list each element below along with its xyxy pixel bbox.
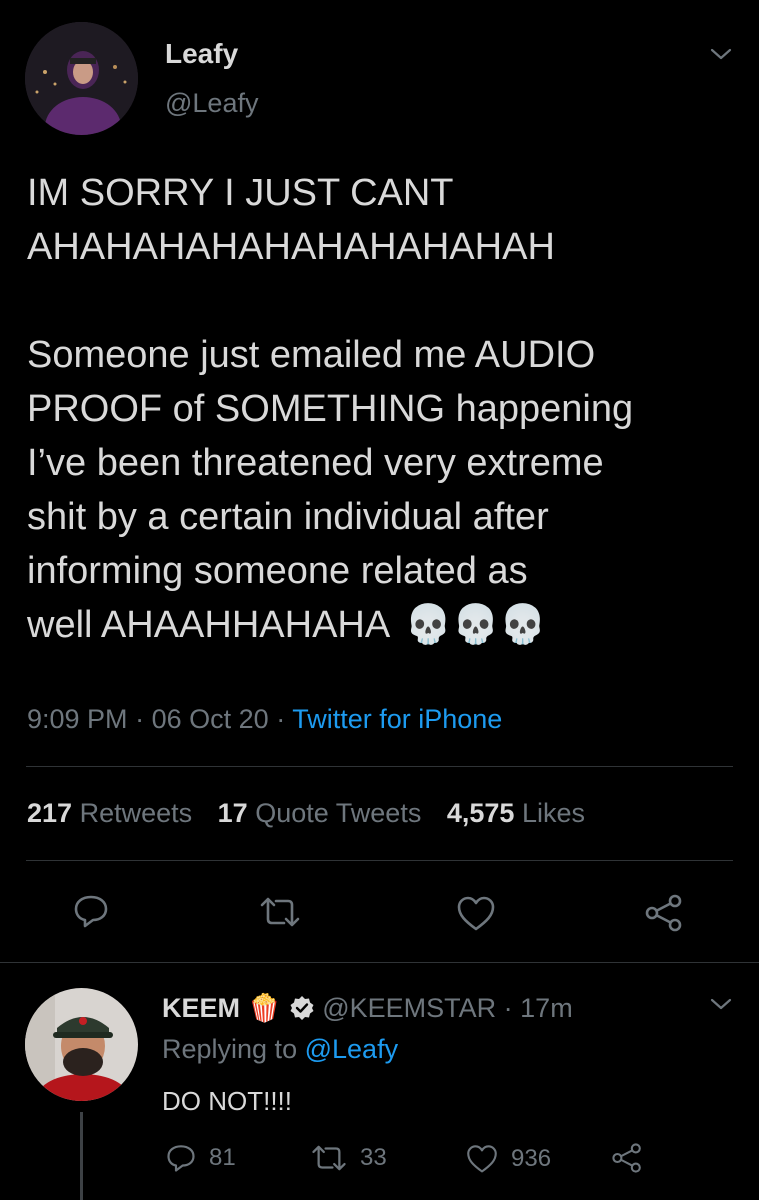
reply-text: DO NOT!!!! <box>162 1086 292 1116</box>
tweet-line: Someone just emailed me AUDIO <box>27 334 596 376</box>
author-avatar[interactable] <box>25 22 138 135</box>
author-name[interactable]: Leafy <box>165 38 238 70</box>
reply-chevron-down-icon[interactable] <box>708 994 734 1014</box>
replying-to: Replying to @Leafy <box>162 1034 398 1065</box>
reply-header: KEEM 🍿 @KEEMSTAR · 17m <box>162 988 573 1028</box>
tweet-date: 06 Oct 20 <box>151 704 269 734</box>
tweet-text: IM SORRY I JUST CANT AHAHAHAHAHAHAHAHAHA… <box>27 166 747 652</box>
reply-icon <box>165 1143 197 1173</box>
reply-icon[interactable] <box>72 893 110 929</box>
likes-label: Likes <box>521 798 585 828</box>
tweet-last-line: well AHAAHHAHAHA 💀💀💀 <box>27 598 747 652</box>
replying-to-handle-link[interactable]: @Leafy <box>305 1034 398 1064</box>
tweet-line: AHAHAHAHAHAHAHAHAHAH <box>27 226 555 268</box>
replying-to-label: Replying to <box>162 1034 298 1064</box>
retweet-icon <box>310 1143 348 1173</box>
quotes-count: 17 <box>217 798 248 828</box>
chevron-down-icon[interactable] <box>708 44 734 64</box>
skull-emoji: 💀💀💀 <box>404 604 547 646</box>
reply-author-handle[interactable]: @KEEMSTAR <box>322 993 496 1023</box>
tweet-line: informing someone related as <box>27 550 528 592</box>
meta-separator: · <box>135 704 145 734</box>
share-icon[interactable] <box>643 893 685 933</box>
like-icon <box>465 1143 499 1174</box>
reply-action-like[interactable]: 936 <box>465 1143 551 1174</box>
reply-avatar-photo <box>25 988 138 1101</box>
tweet-line: well AHAAHHAHAHA <box>27 604 389 646</box>
quotes-label: Quote Tweets <box>255 798 422 828</box>
retweets-stat[interactable]: 217 Retweets <box>27 798 200 828</box>
retweet-count: 33 <box>360 1144 387 1171</box>
reply-share-icon[interactable] <box>610 1142 644 1174</box>
meta-separator: · <box>503 993 513 1023</box>
author-handle[interactable]: @Leafy <box>165 88 258 119</box>
tweet-line: PROOF of SOMETHING happening <box>27 388 634 430</box>
reply-author-name[interactable]: KEEM <box>162 993 240 1023</box>
quotes-stat[interactable]: 17 Quote Tweets <box>218 798 429 828</box>
divider <box>26 766 733 767</box>
reply-age: 17m <box>520 993 573 1023</box>
tweet-stats: 217 Retweets 17 Quote Tweets 4,575 Likes <box>27 798 585 829</box>
likes-count: 4,575 <box>446 798 515 828</box>
reply-count: 81 <box>209 1144 236 1171</box>
thread-line <box>80 1112 83 1200</box>
divider <box>26 860 733 861</box>
tweet-line <box>27 274 747 328</box>
avatar-photo <box>25 22 138 135</box>
verified-badge-icon <box>289 995 315 1021</box>
likes-stat[interactable]: 4,575 Likes <box>447 798 585 828</box>
reply-action-retweet[interactable]: 33 <box>310 1143 387 1173</box>
retweets-count: 217 <box>27 798 73 828</box>
reply-author-avatar[interactable] <box>25 988 138 1101</box>
like-count: 936 <box>511 1144 552 1172</box>
tweet-time: 9:09 PM <box>27 704 128 734</box>
meta-separator: · <box>276 704 286 734</box>
retweet-icon[interactable] <box>258 895 302 929</box>
like-icon[interactable] <box>455 894 497 932</box>
popcorn-emoji: 🍿 <box>247 993 282 1023</box>
tweet-source-link[interactable]: Twitter for iPhone <box>292 704 502 734</box>
tweet-line: shit by a certain individual after <box>27 496 549 538</box>
section-divider <box>0 962 759 963</box>
reply-action-reply[interactable]: 81 <box>165 1143 236 1173</box>
tweet-line: IM SORRY I JUST CANT <box>27 172 454 214</box>
retweets-label: Retweets <box>79 798 193 828</box>
tweet-meta: 9:09 PM · 06 Oct 20 · Twitter for iPhone <box>27 704 502 735</box>
tweet-line: I’ve been threatened very extreme <box>27 442 604 484</box>
